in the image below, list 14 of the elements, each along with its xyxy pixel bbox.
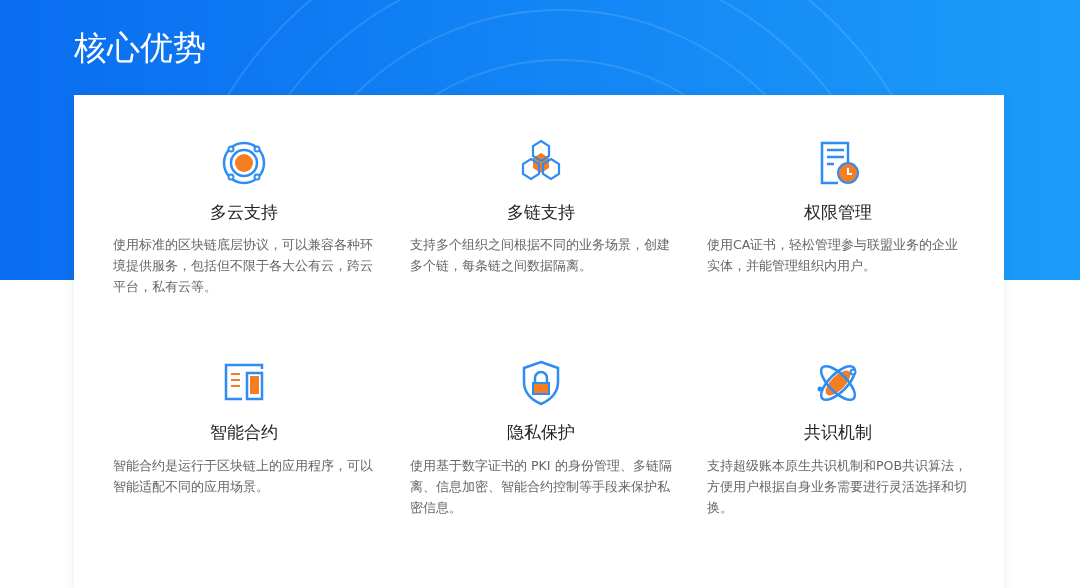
- feature-title: 隐私保护: [507, 422, 575, 443]
- lifebuoy-icon: [220, 139, 268, 187]
- feature-title: 共识机制: [804, 422, 872, 443]
- feature-description: 支持超级账本原生共识机制和POB共识算法，方便用户根据自身业务需要进行灵活选择和切换。: [707, 456, 969, 517]
- feature-title: 权限管理: [804, 202, 872, 223]
- feature-description: 使用CA证书，轻松管理参与联盟业务的企业实体，并能管理组织内用户。: [707, 236, 960, 276]
- section-title: 核心优势: [74, 27, 207, 64]
- feature-description: 支持多个组织之间根据不同的业务场景，创建多个链，每条链之间数据隔离。: [410, 236, 671, 276]
- feature-description: 使用基于数字证书的 PKI 的身份管理、多链隔离、信息加密、智能合约控制等手段来保护私密信息。: [410, 456, 672, 517]
- feature-description: 使用标准的区块链底层协议，可以兼容各种环境提供服务，包括但不限于各大公有云，跨云平台，私有云等。: [113, 236, 374, 297]
- feature-title: 智能合约: [210, 422, 278, 443]
- feature-title: 多云支持: [210, 202, 278, 223]
- feature-title: 多链支持: [507, 202, 575, 223]
- feature-description: 智能合约是运行于区块链上的应用程序，可以智能适配不同的应用场景。: [113, 456, 374, 496]
